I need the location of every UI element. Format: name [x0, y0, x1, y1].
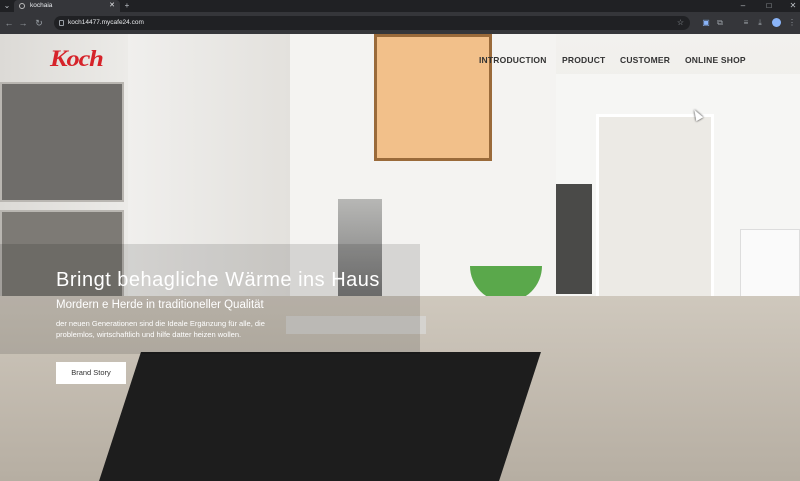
bookmark-star-icon[interactable]: ☆: [677, 16, 684, 30]
tab-menu-icon[interactable]: ≡: [740, 17, 752, 29]
nav-customer[interactable]: CUSTOMER: [620, 55, 670, 65]
doorway: [596, 114, 714, 319]
brand-story-button[interactable]: Brand Story: [56, 362, 126, 384]
website-page: Koch INTRODUCTION PRODUCT CUSTOMER ONLIN…: [0, 34, 800, 481]
url-text: koch14477.mycafe24.com: [68, 19, 144, 26]
nav-product[interactable]: PRODUCT: [562, 55, 605, 65]
profile-avatar-icon[interactable]: [770, 17, 782, 29]
forward-icon[interactable]: →: [17, 17, 29, 29]
tab-search-icon[interactable]: ⌄: [2, 0, 12, 12]
maximize-icon[interactable]: □: [762, 0, 776, 12]
browser-toolbar: ← → ↻ koch14477.mycafe24.com ☆ ▣ ⧉ ≡ ⤓ ⋮: [0, 12, 800, 34]
cooktop: [99, 352, 541, 481]
hero-heading: Bringt behagliche Wärme ins Haus: [56, 269, 380, 291]
nav-online-shop[interactable]: ONLINE SHOP: [685, 55, 746, 65]
koch-logo[interactable]: Koch: [50, 46, 104, 72]
download-icon[interactable]: ⤓: [754, 17, 766, 29]
reload-icon[interactable]: ↻: [33, 17, 45, 29]
new-tab-button[interactable]: +: [122, 0, 132, 12]
close-window-icon[interactable]: ✕: [786, 0, 800, 12]
site-info-icon[interactable]: [59, 20, 64, 26]
extensions-icon[interactable]: ⧉: [714, 17, 726, 29]
wall-frame: [374, 34, 492, 161]
oven-top: [0, 82, 124, 202]
hero-paragraph: der neuen Generationen sind die Ideale E…: [56, 319, 265, 339]
more-menu-icon[interactable]: ⋮: [786, 17, 798, 29]
browser-tab-strip: ⌄ kochaia ✕ + – □ ✕: [0, 0, 800, 12]
hero-subheading: Mordern e Herde in traditioneller Qualit…: [56, 299, 264, 311]
tab-close-icon[interactable]: ✕: [109, 0, 115, 12]
minimize-icon[interactable]: –: [736, 0, 750, 12]
browser-tab[interactable]: kochaia ✕: [14, 0, 120, 12]
back-icon[interactable]: ←: [3, 17, 15, 29]
globe-icon: [19, 3, 25, 9]
address-bar[interactable]: koch14477.mycafe24.com ☆: [54, 16, 690, 30]
fridge: [556, 184, 592, 294]
tab-title: kochaia: [30, 2, 53, 9]
nav-introduction[interactable]: INTRODUCTION: [479, 55, 547, 65]
translate-icon[interactable]: ▣: [700, 17, 712, 29]
